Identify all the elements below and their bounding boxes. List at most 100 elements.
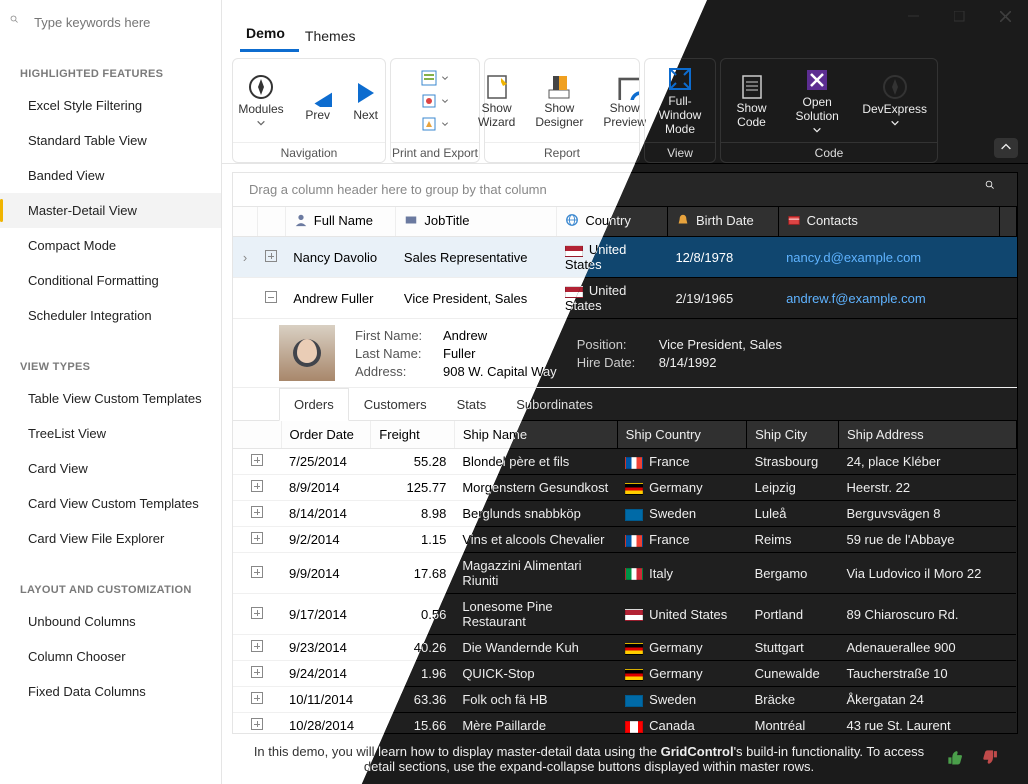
order-expander[interactable] <box>251 666 263 678</box>
sidebar-item[interactable]: Master-Detail View <box>0 193 221 228</box>
search-icon[interactable] <box>985 180 1001 199</box>
cell-orderdate: 10/11/2014 <box>281 687 371 713</box>
sidebar-item[interactable]: Fixed Data Columns <box>0 674 221 709</box>
order-expander[interactable] <box>251 640 263 652</box>
thumbs-down-button[interactable] <box>982 748 1004 770</box>
cell-birth: 12/8/1978 <box>667 237 778 278</box>
order-column-header[interactable]: Ship City <box>747 421 839 449</box>
order-column-header[interactable]: Freight <box>371 421 455 449</box>
open-solution-button[interactable]: Open Solution <box>782 60 852 142</box>
detail-tab[interactable]: Orders <box>279 388 349 421</box>
row-expander[interactable] <box>257 237 285 278</box>
sidebar-item[interactable]: Card View File Explorer <box>0 521 221 556</box>
row-expander[interactable] <box>257 278 285 319</box>
order-expander[interactable] <box>251 718 263 730</box>
sidebar-item[interactable]: TreeList View <box>0 416 221 451</box>
devexpress-button[interactable]: DevExpress <box>852 67 937 135</box>
sidebar-group-title: HIGHLIGHTED FEATURES <box>0 62 221 88</box>
print-option[interactable] <box>417 68 453 88</box>
cell-shipname: QUICK-Stop <box>454 661 617 687</box>
sidebar-item[interactable]: Banded View <box>0 158 221 193</box>
print-option[interactable] <box>417 114 453 134</box>
email-link[interactable]: andrew.f@example.com <box>786 291 926 306</box>
sidebar-item[interactable]: Scheduler Integration <box>0 298 221 333</box>
print-option[interactable] <box>417 91 453 111</box>
sidebar-item[interactable]: Table View Custom Templates <box>0 381 221 416</box>
close-button[interactable] <box>982 0 1028 32</box>
cell-shipaddr: Adenauerallee 900 <box>838 635 1016 661</box>
cell-shipaddr: Via Ludovico il Moro 22 <box>838 553 1016 594</box>
column-header[interactable]: Contacts <box>778 207 999 237</box>
detail-position: Vice President, Sales <box>659 337 782 352</box>
column-header[interactable]: Full Name <box>285 207 396 237</box>
sidebar-item[interactable]: Card View Custom Templates <box>0 486 221 521</box>
cell-orderdate: 7/25/2014 <box>281 449 371 475</box>
cell-orderdate: 8/14/2014 <box>281 501 371 527</box>
email-link[interactable]: nancy.d@example.com <box>786 250 921 265</box>
cell-shipcountry: France <box>617 527 746 553</box>
title-tab[interactable]: Demo <box>240 17 299 52</box>
order-expander[interactable] <box>251 692 263 704</box>
search-input[interactable] <box>34 15 211 30</box>
cell-orderdate: 9/2/2014 <box>281 527 371 553</box>
cell-shipcountry: Germany <box>617 475 746 501</box>
sidebar-item[interactable]: Column Chooser <box>0 639 221 674</box>
cell-jobtitle: Sales Representative <box>396 237 557 278</box>
order-column-header[interactable]: Ship Address <box>838 421 1016 449</box>
search-box[interactable] <box>0 0 221 44</box>
cell-shipcountry: Germany <box>617 661 746 687</box>
detail-tab[interactable]: Stats <box>442 388 502 420</box>
column-header[interactable]: JobTitle <box>396 207 557 237</box>
cell-shipaddr: 89 Chiaroscuro Rd. <box>838 594 1016 635</box>
cell-shipname: Vins et alcools Chevalier <box>454 527 617 553</box>
sidebar-group-title: VIEW TYPES <box>0 355 221 381</box>
order-expander[interactable] <box>251 607 263 619</box>
order-expander[interactable] <box>251 566 263 578</box>
order-column-header[interactable]: Order Date <box>281 421 371 449</box>
cell-shipcountry: Sweden <box>617 687 746 713</box>
detail-lastname: Fuller <box>443 346 476 361</box>
title-tab[interactable]: Themes <box>299 20 370 52</box>
cell-shipcountry: Germany <box>617 635 746 661</box>
show-wizard-button[interactable]: ShowWizard <box>468 66 525 136</box>
cell-orderdate: 9/23/2014 <box>281 635 371 661</box>
thumbs-up-button[interactable] <box>946 748 968 770</box>
cell-shipname: Lonesome Pine Restaurant <box>454 594 617 635</box>
detail-expander-outer[interactable]: › <box>233 237 257 278</box>
detail-expander-outer[interactable] <box>233 278 257 319</box>
cell-fullname: Nancy Davolio <box>285 237 396 278</box>
cell-shipcity: Bräcke <box>747 687 839 713</box>
show-designer-button[interactable]: ShowDesigner <box>525 66 593 136</box>
cell-shipaddr: 43 rue St. Laurent <box>838 713 1016 734</box>
cell-shipcity: Reims <box>747 527 839 553</box>
modules-button[interactable]: Modules <box>228 67 293 135</box>
sidebar: HIGHLIGHTED FEATURESExcel Style Filterin… <box>0 0 222 784</box>
maximize-button[interactable] <box>936 0 982 32</box>
sidebar-item[interactable]: Compact Mode <box>0 228 221 263</box>
next-button[interactable]: Next <box>342 73 390 129</box>
sidebar-item[interactable]: Standard Table View <box>0 123 221 158</box>
ribbon-panel-print: Print and Export <box>390 58 480 163</box>
order-expander[interactable] <box>251 506 263 518</box>
order-expander[interactable] <box>251 532 263 544</box>
order-expander[interactable] <box>251 454 263 466</box>
order-column-header[interactable]: Ship Country <box>617 421 746 449</box>
flag-icon <box>625 483 643 495</box>
detail-hiredate: 8/14/1992 <box>659 355 717 370</box>
cell-shipcity: Leipzig <box>747 475 839 501</box>
sidebar-item[interactable]: Excel Style Filtering <box>0 88 221 123</box>
sidebar-item[interactable]: Conditional Formatting <box>0 263 221 298</box>
detail-tab[interactable]: Customers <box>349 388 442 420</box>
order-expander[interactable] <box>251 480 263 492</box>
sidebar-item[interactable]: Unbound Columns <box>0 604 221 639</box>
cell-email: andrew.f@example.com <box>778 278 999 319</box>
sidebar-item[interactable]: Card View <box>0 451 221 486</box>
cell-email: nancy.d@example.com <box>778 237 999 278</box>
show-code-button[interactable]: Show Code <box>721 66 782 136</box>
ribbon-panel-report: ShowWizardShowDesignerShowPreviewReport <box>484 58 640 163</box>
ribbon-collapse-button[interactable] <box>994 138 1018 158</box>
detail-address: 908 W. Capital Way <box>443 364 557 379</box>
minimize-button[interactable] <box>890 0 936 32</box>
prev-button[interactable]: Prev <box>294 73 342 129</box>
column-header[interactable]: Birth Date <box>667 207 778 237</box>
